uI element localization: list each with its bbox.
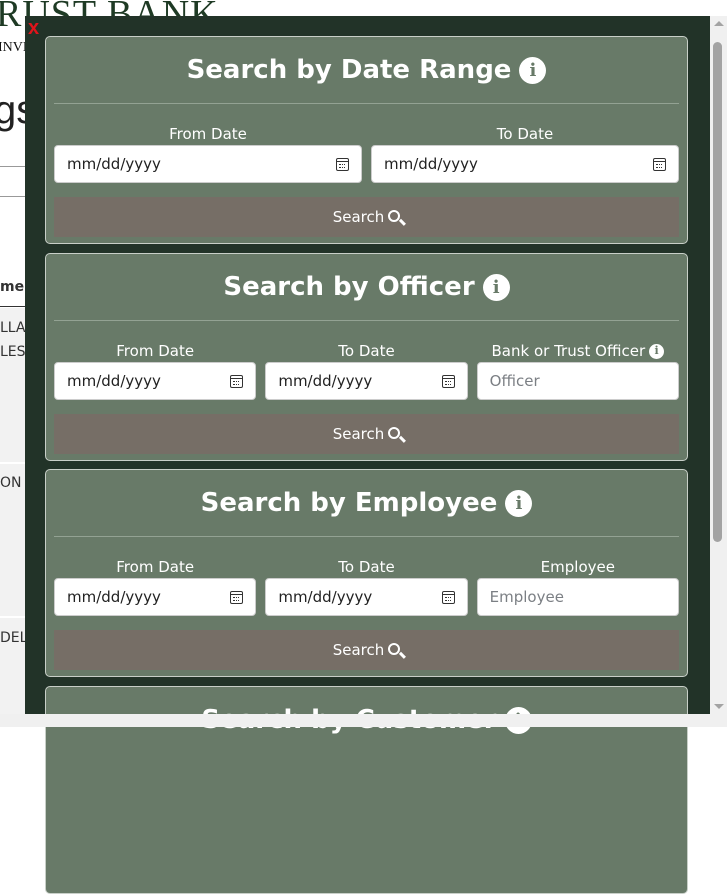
info-icon[interactable]: i [519, 56, 547, 84]
officer-label: Bank or Trust Officer i [477, 340, 679, 362]
info-icon[interactable]: i [505, 489, 533, 517]
to-date-label: To Date [338, 558, 395, 576]
button-label: Search [332, 208, 385, 226]
table-cell: DEL [0, 630, 28, 646]
calendar-icon[interactable] [230, 590, 244, 604]
date-value: mm/dd/yyyy [384, 155, 478, 173]
divider [54, 536, 679, 537]
title-text: Search by Date Range [186, 55, 512, 85]
info-icon[interactable]: i [649, 343, 665, 359]
scroll-down-icon[interactable] [714, 704, 724, 709]
calendar-icon[interactable] [653, 157, 666, 171]
date-range-card: Search by Date Range i From Date mm/dd/yy… [45, 36, 688, 244]
date-value: mm/dd/yyyy [67, 372, 161, 390]
calendar-icon[interactable] [441, 374, 455, 388]
scroll-up-icon[interactable] [714, 21, 724, 26]
search-icon [388, 427, 401, 439]
from-date-input[interactable]: mm/dd/yyyy [54, 145, 362, 183]
table-cell: LLA [0, 320, 26, 336]
info-icon[interactable]: i [482, 273, 510, 301]
from-date-label: From Date [116, 558, 195, 576]
button-label: Search [332, 641, 385, 659]
date-value: mm/dd/yyyy [278, 588, 373, 606]
from-date-label: From Date [169, 125, 247, 143]
search-button[interactable]: Search [54, 414, 679, 454]
to-date-label: To Date [338, 342, 395, 360]
employee-label: Employee [540, 558, 615, 576]
officer-card: Search by Officer i From Date mm/dd/yyyy … [45, 253, 688, 461]
card-title: Search by Officer i [46, 272, 687, 302]
placeholder: Officer [489, 372, 540, 390]
label-text: Bank or Trust Officer [491, 342, 646, 360]
divider [54, 103, 679, 104]
search-button[interactable]: Search [54, 630, 679, 670]
calendar-icon[interactable] [336, 157, 349, 171]
button-label: Search [332, 425, 385, 443]
search-icon [388, 643, 401, 655]
calendar-icon[interactable] [441, 590, 455, 604]
date-value: mm/dd/yyyy [278, 372, 373, 390]
from-date-label: From Date [116, 342, 195, 360]
scrollbar-thumb[interactable] [713, 42, 722, 542]
bottom-bar [0, 714, 727, 727]
to-date-input[interactable]: mm/dd/yyyy [265, 362, 468, 400]
search-modal: Search by Date Range i From Date mm/dd/yy… [25, 16, 710, 894]
to-date-input[interactable]: mm/dd/yyyy [265, 578, 468, 616]
from-date-input[interactable]: mm/dd/yyyy [54, 362, 257, 400]
card-title: Search by Employee i [46, 488, 687, 518]
title-text: Search by Officer [223, 272, 475, 302]
officer-input[interactable]: Officer [476, 362, 679, 400]
to-date-label: To Date [496, 125, 554, 143]
scrollbar[interactable] [710, 16, 727, 714]
calendar-icon[interactable] [230, 374, 244, 388]
to-date-input[interactable]: mm/dd/yyyy [371, 145, 679, 183]
date-value: mm/dd/yyyy [67, 155, 161, 173]
divider [54, 320, 679, 321]
card-title: Search by Date Range i [46, 55, 687, 85]
close-button[interactable]: x [28, 17, 39, 40]
date-value: mm/dd/yyyy [67, 588, 161, 606]
table-cell: LES [0, 344, 26, 360]
search-icon [388, 210, 401, 222]
table-cell: ON [0, 475, 22, 491]
from-date-input[interactable]: mm/dd/yyyy [54, 578, 257, 616]
search-button[interactable]: Search [54, 197, 679, 237]
title-text: Search by Employee [200, 488, 498, 518]
employee-card: Search by Employee i From Date mm/dd/yyyy… [45, 469, 688, 677]
employee-input[interactable]: Employee [476, 578, 679, 616]
placeholder: Employee [489, 588, 564, 606]
